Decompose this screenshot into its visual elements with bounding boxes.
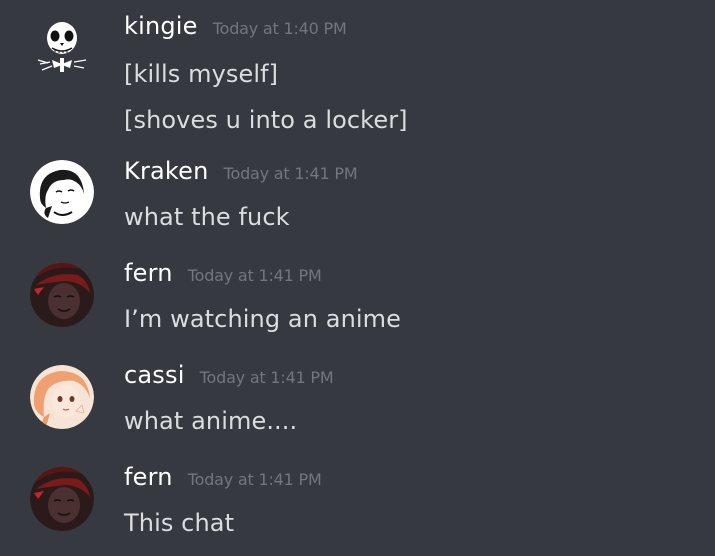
username[interactable]: fern	[124, 259, 173, 287]
sketch-face-avatar-icon[interactable]	[30, 160, 94, 224]
username[interactable]: kingie	[124, 12, 198, 40]
dark-red-face-avatar-icon[interactable]	[30, 263, 94, 327]
chat-messages: kingie Today at 1:40 PM [kills myself] […	[0, 0, 715, 556]
timestamp: Today at 1:41 PM	[187, 470, 322, 489]
message-text: what anime....	[124, 407, 298, 435]
username[interactable]: cassi	[124, 361, 185, 389]
message-text: what the fuck	[124, 203, 290, 231]
timestamp: Today at 1:41 PM	[223, 164, 358, 183]
timestamp: Today at 1:41 PM	[187, 266, 322, 285]
message-text: This chat	[124, 509, 235, 537]
timestamp: Today at 1:41 PM	[199, 368, 334, 387]
anime-girl-avatar-icon[interactable]	[30, 365, 94, 429]
timestamp: Today at 1:40 PM	[212, 19, 347, 38]
username[interactable]: fern	[124, 463, 173, 491]
dark-red-face-avatar-icon[interactable]	[30, 467, 94, 531]
message-text: [kills myself]	[124, 60, 279, 88]
username[interactable]: Kraken	[124, 157, 209, 185]
message-text: I’m watching an anime	[124, 305, 401, 333]
skull-avatar-icon[interactable]	[30, 14, 94, 78]
message-text: [shoves u into a locker]	[124, 106, 408, 134]
